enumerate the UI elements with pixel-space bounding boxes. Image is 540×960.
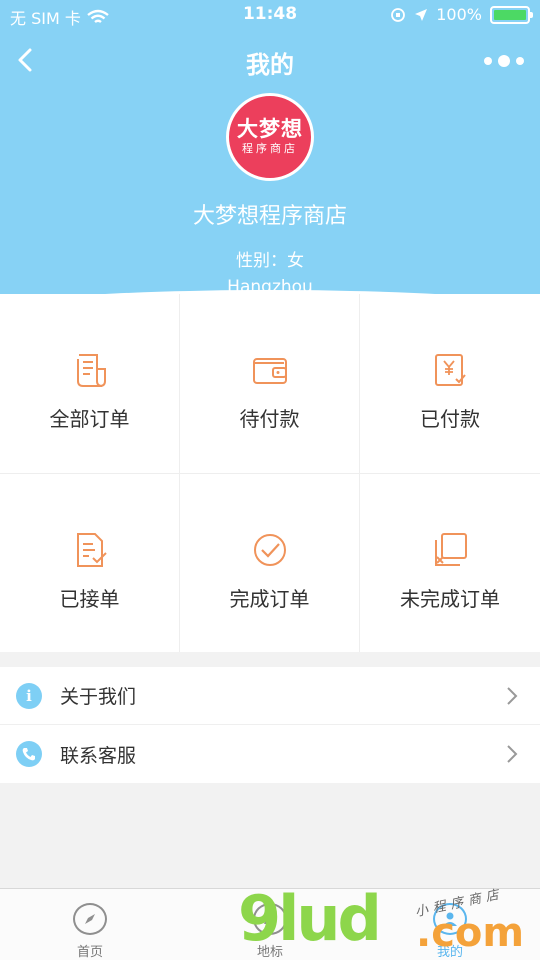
order-incomplete-button[interactable]: 未完成订单 — [360, 474, 540, 652]
phone-icon — [16, 741, 42, 767]
contact-support-label: 联系客服 — [60, 744, 137, 767]
order-completed-label: 完成订单 — [229, 586, 310, 611]
more-dot-icon — [484, 57, 492, 65]
info-icon: i — [16, 682, 42, 709]
avatar-logo-title: 大梦想 — [237, 117, 303, 141]
check-circle-icon — [253, 533, 286, 566]
more-dot-icon — [498, 55, 510, 67]
paid-bill-icon — [435, 354, 466, 386]
order-pending-payment-button[interactable]: 待付款 — [180, 294, 360, 474]
more-options-button[interactable] — [484, 54, 524, 68]
rotation-lock-icon — [391, 7, 406, 22]
contact-support-item[interactable]: 联系客服 — [0, 725, 540, 783]
order-paid-label: 已付款 — [420, 407, 480, 431]
menu-list: i 关于我们 联系客服 — [0, 667, 540, 783]
battery-percent: 100% — [436, 5, 482, 24]
battery-icon — [490, 5, 533, 24]
location-arrow-icon — [415, 8, 428, 21]
tab-home-label: 首页 — [76, 945, 103, 960]
order-all-button[interactable]: 全部订单 — [0, 294, 180, 474]
user-icon — [433, 903, 467, 935]
compass-icon — [73, 903, 107, 935]
order-completed-button[interactable]: 完成订单 — [180, 474, 360, 652]
gender-text: 性别：女 — [236, 251, 304, 271]
avatar[interactable]: 大梦想 程序商店 — [226, 93, 314, 181]
order-paid-button[interactable]: 已付款 — [360, 294, 540, 474]
order-accepted-button[interactable]: 已接单 — [0, 474, 180, 652]
document-check-icon — [76, 532, 107, 567]
tab-home[interactable]: 首页 — [0, 889, 180, 960]
about-us-item[interactable]: i 关于我们 — [0, 667, 540, 725]
tab-mine-label: 我的 — [436, 945, 463, 960]
order-accepted-label: 已接单 — [59, 586, 120, 611]
navigation-bar: 我的 — [0, 36, 540, 86]
chevron-right-icon — [507, 745, 518, 763]
about-us-label: 关于我们 — [60, 686, 137, 708]
wallet-icon — [252, 358, 287, 384]
landmark-icon — [253, 903, 287, 935]
order-grid: 全部订单 待付款 已付款 已接单 完成订单 未完成订单 — [0, 294, 540, 652]
order-incomplete-label: 未完成订单 — [400, 586, 500, 611]
chevron-right-icon — [507, 687, 518, 705]
tab-landmark[interactable]: 地标 — [180, 889, 360, 960]
tab-bar: 首页 地标 我的 — [0, 888, 540, 960]
order-pending-payment-label: 待付款 — [239, 407, 300, 431]
status-bar: 无 SIM 卡 11:48 100% — [0, 0, 540, 30]
shop-name: 大梦想程序商店 — [192, 204, 347, 229]
order-all-label: 全部订单 — [49, 407, 130, 431]
tab-mine[interactable]: 我的 — [360, 889, 540, 960]
stacked-cancel-icon — [435, 532, 467, 566]
tab-landmark-label: 地标 — [256, 945, 283, 960]
avatar-logo-subtitle: 程序商店 — [242, 142, 298, 155]
more-dot-icon — [516, 57, 524, 65]
page-title: 我的 — [246, 51, 294, 79]
receipt-icon — [76, 354, 106, 387]
